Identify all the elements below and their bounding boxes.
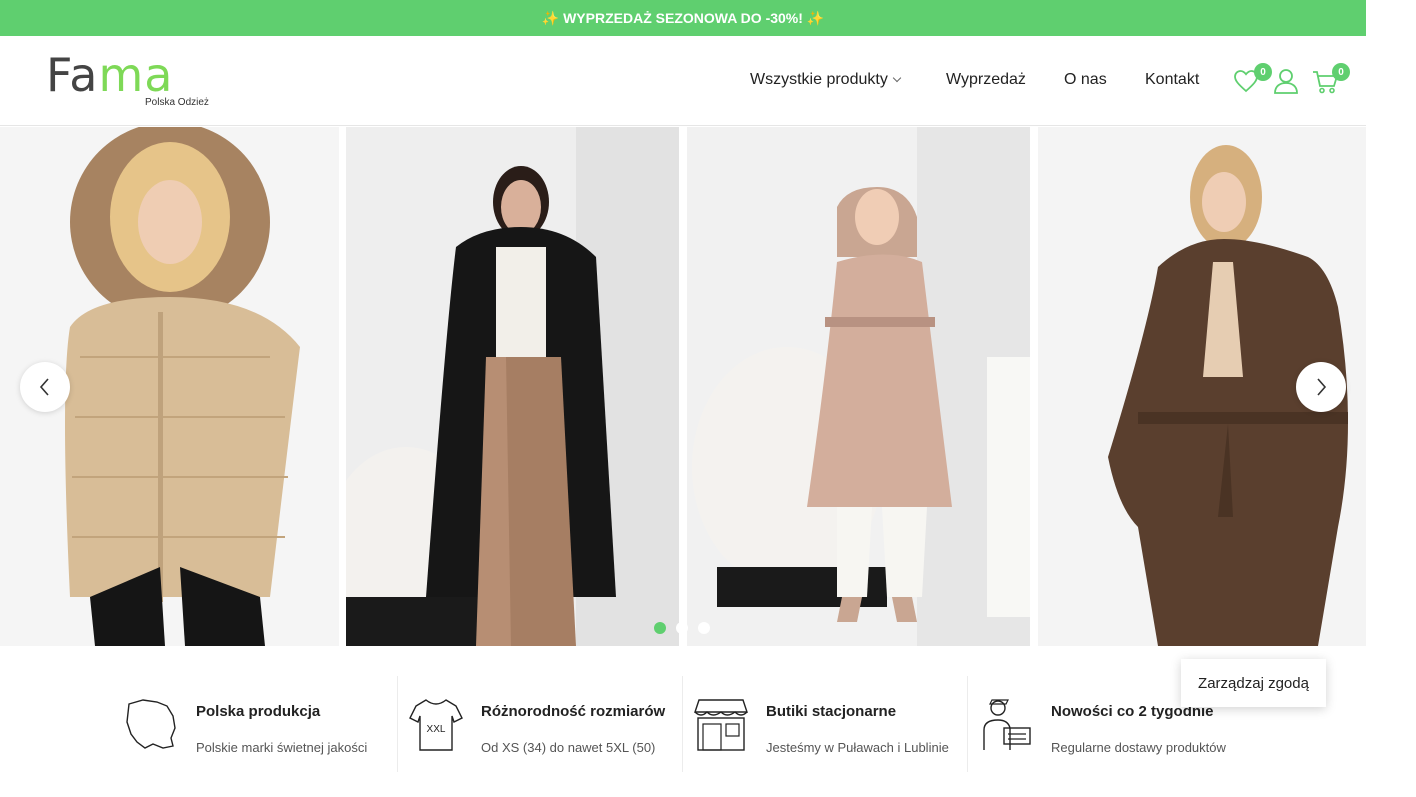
- nav-contact[interactable]: Kontakt: [1145, 71, 1199, 89]
- nav-sale[interactable]: Wyprzedaż: [946, 71, 1026, 89]
- feature-description: Od XS (34) do nawet 5XL (50): [481, 740, 656, 755]
- slider-prev-button[interactable]: [20, 362, 70, 412]
- slider-dot-2[interactable]: [676, 622, 688, 634]
- slider-next-button[interactable]: [1296, 362, 1346, 412]
- tshirt-xxl-icon: XXL: [409, 699, 463, 751]
- feature-boutiques: Butiki stacjonarne Jesteśmy w Puławach i…: [693, 676, 965, 772]
- user-icon: [1274, 69, 1298, 94]
- cart-button[interactable]: 0: [1311, 63, 1350, 95]
- slide-product-2[interactable]: [346, 127, 679, 646]
- nav-about[interactable]: O nas: [1064, 71, 1107, 89]
- delivery-person-icon: [983, 699, 1031, 750]
- divider: [682, 676, 683, 772]
- poland-map-icon: [126, 699, 176, 749]
- logo-tagline: Polska Odzież: [145, 97, 209, 108]
- logo-wordmark: Fama: [46, 48, 174, 102]
- hero-slider[interactable]: [0, 127, 1366, 646]
- divider: [397, 676, 398, 772]
- nav-all-products[interactable]: Wszystkie produkty: [750, 71, 902, 89]
- wishlist-count-badge: 0: [1254, 63, 1272, 81]
- pink-hooded-coat-with-belt-image: [687, 127, 1030, 646]
- feature-title: Butiki stacjonarne: [766, 703, 897, 720]
- feature-size-variety: XXL Różnorodność rozmiarów Od XS (34) do…: [408, 676, 680, 772]
- consent-manage-button[interactable]: Zarządzaj zgodą: [1181, 659, 1326, 707]
- chevron-down-icon: [892, 73, 902, 83]
- feature-polish-production: Polska produkcja Polskie marki świetnej …: [123, 676, 395, 772]
- account-button[interactable]: [1272, 67, 1300, 95]
- slide-product-3[interactable]: [687, 127, 1030, 646]
- slider-dot-3[interactable]: [698, 622, 710, 634]
- black-long-quilted-coat-image: [346, 127, 679, 646]
- storefront-icon: [694, 699, 748, 751]
- chevron-left-icon: [39, 378, 49, 396]
- features-strip: Polska produkcja Polskie marki świetnej …: [0, 660, 1366, 780]
- logo[interactable]: Fama Polska Odzież: [46, 48, 226, 112]
- feature-description: Polskie marki świetnej jakości: [196, 740, 368, 755]
- feature-description: Regularne dostawy produktów: [1051, 740, 1226, 755]
- chevron-right-icon: [1317, 378, 1327, 396]
- site-header: Fama Polska Odzież Wszystkie produkty Wy…: [0, 36, 1366, 126]
- wishlist-button[interactable]: 0: [1232, 63, 1272, 95]
- cart-count-badge: 0: [1332, 63, 1350, 81]
- svg-text:XXL: XXL: [427, 724, 446, 735]
- promo-text: ✨ WYPRZEDAŻ SEZONOWA DO -30%! ✨: [541, 9, 825, 26]
- promo-banner: ✨ WYPRZEDAŻ SEZONOWA DO -30%! ✨: [0, 0, 1366, 36]
- divider: [967, 676, 968, 772]
- feature-description: Jesteśmy w Puławach i Lublinie: [766, 740, 949, 755]
- slider-pagination: [654, 622, 710, 634]
- feature-title: Polska produkcja: [196, 703, 321, 720]
- feature-title: Różnorodność rozmiarów: [481, 703, 666, 720]
- slider-dot-1[interactable]: [654, 622, 666, 634]
